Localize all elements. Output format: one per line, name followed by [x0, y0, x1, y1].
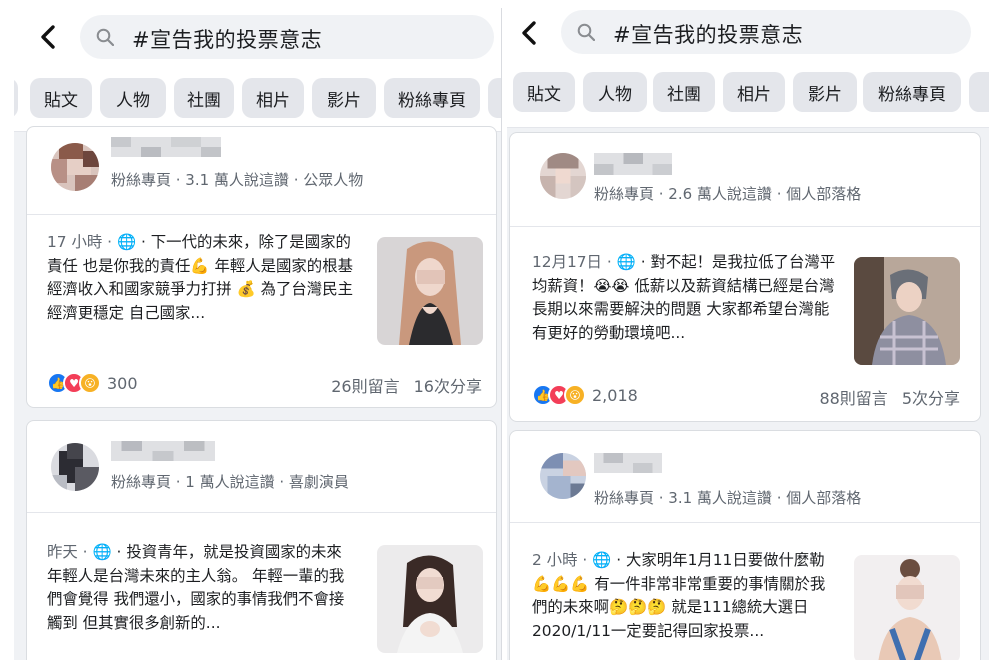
blurred-page-name	[594, 453, 662, 473]
page-meta: 粉絲專頁 · 3.1 萬人說這讚 · 公眾人物	[111, 171, 364, 189]
post-thumbnail[interactable]	[377, 237, 483, 345]
page-meta: 粉絲專頁 · 2.6 萬人說這讚 · 個人部落格	[594, 185, 862, 203]
post-time: 17 小時 ·	[47, 233, 117, 251]
search-icon	[577, 23, 595, 41]
right-screenshot-panel: #宣告我的投票意志 貼文 人物 社團 相片 影片 粉絲專頁 粉絲專頁 · 2.6…	[507, 8, 989, 660]
post-text[interactable]: 17 小時 · 🌐 · 下一代的未來，除了是國家的責任 也是你我的責任💪 年輕人…	[47, 231, 359, 325]
reactions[interactable]: 👍 ♥ 😮 300	[47, 371, 138, 395]
globe-icon: 🌐	[592, 551, 612, 569]
globe-icon: 🌐	[616, 253, 636, 271]
post-card[interactable]: 粉絲專頁 · 1 萬人說這讚 · 喜劇演員 昨天 · 🌐 · 投資青年，就是投資…	[26, 420, 497, 660]
chip-partial[interactable]	[969, 72, 989, 112]
avatar[interactable]	[51, 443, 99, 491]
page-meta: 粉絲專頁 · 3.1 萬人說這讚 · 個人部落格	[594, 489, 862, 507]
search-icon	[96, 28, 114, 46]
search-input[interactable]: #宣告我的投票意志	[80, 15, 494, 59]
post-stats: 88則留言 5次分享	[819, 385, 960, 409]
search-query: #宣告我的投票意志	[613, 23, 804, 47]
avatar[interactable]	[51, 143, 99, 191]
wow-icon: 😮	[79, 372, 101, 394]
avatar[interactable]	[540, 453, 586, 499]
chip-groups[interactable]: 社團	[653, 72, 715, 112]
chevron-left-icon[interactable]	[517, 20, 543, 46]
reaction-count: 300	[107, 373, 138, 393]
chip-posts[interactable]: 貼文	[30, 78, 92, 118]
filter-chip-bar: 貼文 人物 社團 相片 影片 粉絲專頁	[14, 68, 501, 132]
search-header: #宣告我的投票意志	[14, 8, 501, 68]
page-meta: 粉絲專頁 · 1 萬人說這讚 · 喜劇演員	[111, 473, 349, 491]
blurred-page-name	[111, 137, 221, 157]
chip-partial[interactable]	[488, 78, 501, 118]
post-thumbnail[interactable]	[854, 257, 960, 365]
reactions[interactable]: 👍 ♥ 😮 2,018	[532, 383, 638, 407]
chip-people[interactable]: 人物	[583, 72, 647, 112]
search-query: #宣告我的投票意志	[132, 28, 323, 52]
post-card[interactable]: 粉絲專頁 · 3.1 萬人說這讚 · 個人部落格 2 小時 · 🌐 · 大家明年…	[509, 430, 981, 660]
chip-videos[interactable]: 影片	[793, 72, 857, 112]
reaction-count: 2,018	[592, 385, 638, 405]
post-time: 12月17日 ·	[532, 253, 617, 271]
post-card[interactable]: 粉絲專頁 · 2.6 萬人說這讚 · 個人部落格 12月17日 · 🌐 · 對不…	[509, 132, 981, 422]
avatar[interactable]	[540, 153, 586, 199]
blurred-page-name	[594, 153, 672, 175]
page-header[interactable]: 粉絲專頁 · 3.1 萬人說這讚 · 個人部落格	[510, 431, 980, 523]
chip-posts[interactable]: 貼文	[513, 72, 575, 112]
chip-groups[interactable]: 社團	[174, 78, 234, 118]
chip-pages[interactable]: 粉絲專頁	[863, 72, 961, 112]
chip-people[interactable]: 人物	[100, 78, 166, 118]
search-input[interactable]: #宣告我的投票意志	[561, 10, 971, 54]
post-text[interactable]: 2 小時 · 🌐 · 大家明年1月11日要做什麼勒💪💪💪 有一件非常非常重要的事…	[532, 549, 838, 643]
post-card[interactable]: 粉絲專頁 · 3.1 萬人說這讚 · 公眾人物 17 小時 · 🌐 · 下一代的…	[26, 126, 497, 408]
chip-partial[interactable]	[14, 78, 18, 118]
share-count[interactable]: 5次分享	[902, 389, 960, 408]
post-thumbnail[interactable]	[377, 545, 483, 653]
post-stats: 26則留言 16次分享	[331, 373, 482, 397]
post-time: 昨天 ·	[47, 543, 93, 561]
post-text[interactable]: 12月17日 · 🌐 · 對不起！是我拉低了台灣平均薪資！😭😭 低薪以及薪資結構…	[532, 251, 838, 345]
page-header[interactable]: 粉絲專頁 · 1 萬人說這讚 · 喜劇演員	[27, 421, 496, 513]
left-screenshot-panel: #宣告我的投票意志 貼文 人物 社團 相片 影片 粉絲專頁 粉絲專頁 · 3.1…	[14, 8, 502, 660]
comment-count[interactable]: 26則留言	[331, 377, 399, 396]
share-count[interactable]: 16次分享	[414, 377, 482, 396]
chip-pages[interactable]: 粉絲專頁	[384, 78, 480, 118]
globe-icon: 🌐	[92, 543, 112, 561]
chip-photos[interactable]: 相片	[242, 78, 304, 118]
chip-photos[interactable]: 相片	[723, 72, 785, 112]
chevron-left-icon[interactable]	[36, 24, 62, 50]
blurred-page-name	[111, 441, 215, 461]
filter-chip-bar: 貼文 人物 社團 相片 影片 粉絲專頁	[507, 62, 989, 128]
wow-icon: 😮	[564, 384, 586, 406]
page-header[interactable]: 粉絲專頁 · 3.1 萬人說這讚 · 公眾人物	[27, 127, 496, 215]
chip-videos[interactable]: 影片	[312, 78, 376, 118]
post-time: 2 小時 ·	[532, 551, 593, 569]
search-header: #宣告我的投票意志	[507, 8, 989, 62]
page-header[interactable]: 粉絲專頁 · 2.6 萬人說這讚 · 個人部落格	[510, 133, 980, 227]
globe-icon: 🌐	[116, 233, 137, 251]
post-text[interactable]: 昨天 · 🌐 · 投資青年，就是投資國家的未來 年輕人是台灣未來的主人翁。 年輕…	[47, 541, 359, 635]
comment-count[interactable]: 88則留言	[819, 389, 887, 408]
post-thumbnail[interactable]	[854, 555, 960, 660]
